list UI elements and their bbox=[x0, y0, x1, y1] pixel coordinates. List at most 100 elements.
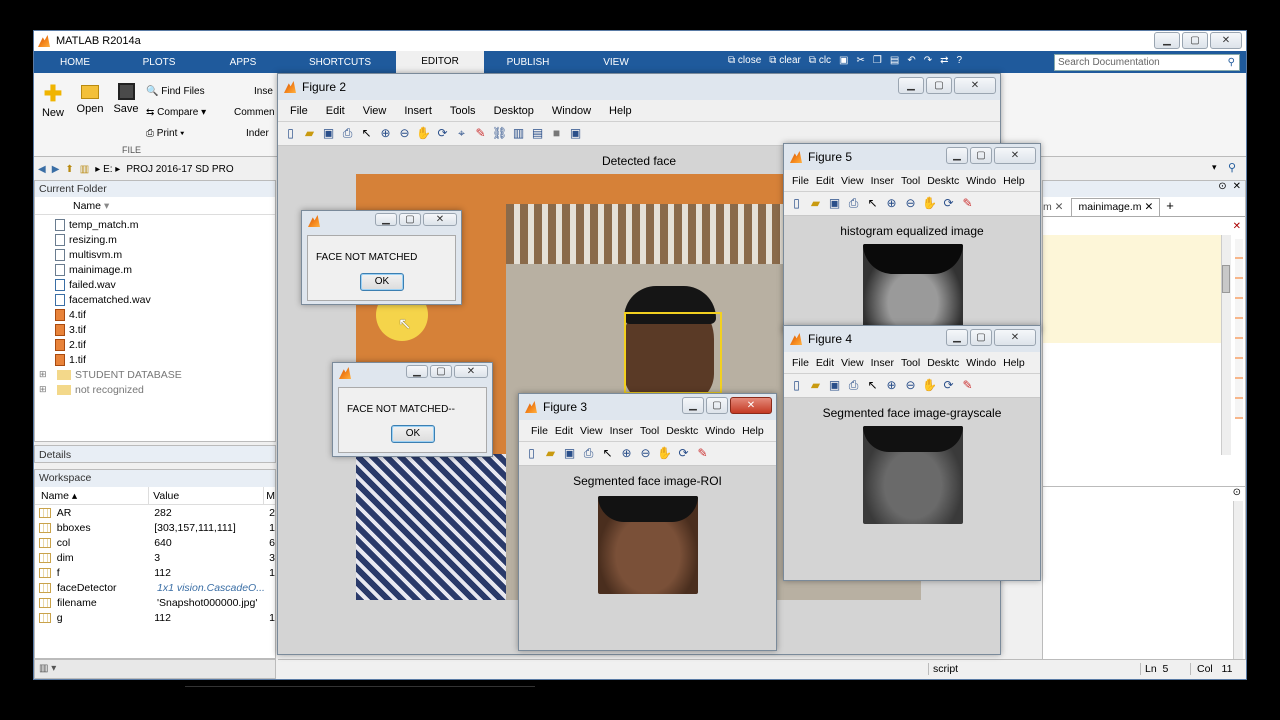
menu-view[interactable]: View bbox=[841, 175, 864, 187]
maximize-button[interactable]: ▢ bbox=[970, 147, 992, 164]
open-file-icon[interactable]: ▰ bbox=[808, 196, 823, 211]
redo-icon[interactable]: ↷ bbox=[924, 55, 932, 66]
panel-options-icon[interactable]: ⊙ bbox=[1218, 181, 1226, 197]
open-button[interactable]: Open bbox=[76, 81, 104, 115]
rotate-icon[interactable]: ⟳ bbox=[676, 446, 691, 461]
figure-3-window[interactable]: Figure 3 ▁ ▢ ✕ File Edit View Inser Tool D… bbox=[518, 393, 777, 651]
maximize-button[interactable]: ▢ bbox=[926, 77, 952, 94]
new-figure-icon[interactable]: ▯ bbox=[283, 126, 298, 141]
close-button[interactable]: ✕ bbox=[954, 77, 996, 94]
open-file-icon[interactable]: ▰ bbox=[543, 446, 558, 461]
new-figure-icon[interactable]: ▯ bbox=[524, 446, 539, 461]
menu-window[interactable]: Windo bbox=[966, 357, 996, 369]
new-tab-button[interactable]: + bbox=[1160, 198, 1180, 216]
tab-close-icon[interactable]: ✕ bbox=[1055, 201, 1064, 213]
menu-file[interactable]: File bbox=[792, 175, 809, 187]
close-button[interactable]: ✕ bbox=[1210, 32, 1242, 49]
menu-help[interactable]: Help bbox=[609, 105, 632, 117]
menu-tools[interactable]: Tool bbox=[901, 175, 920, 187]
hide-tools-icon[interactable]: ■ bbox=[549, 126, 564, 141]
menu-file[interactable]: File bbox=[531, 425, 548, 437]
print-figure-icon[interactable]: ⎙ bbox=[846, 196, 861, 211]
menu-file[interactable]: File bbox=[792, 357, 809, 369]
face-not-matched-dialog-2[interactable]: ▁ ▢ ✕ FACE NOT MATCHED-- OK bbox=[332, 362, 493, 457]
folder-row[interactable]: ⊞ not recognized bbox=[39, 382, 275, 397]
new-figure-icon[interactable]: ▯ bbox=[789, 378, 804, 393]
ws-value-column[interactable]: Value bbox=[148, 487, 263, 504]
menu-view[interactable]: View bbox=[580, 425, 603, 437]
save-figure-icon[interactable]: ▣ bbox=[562, 446, 577, 461]
menu-edit[interactable]: Edit bbox=[326, 105, 345, 117]
brush-icon[interactable]: ✎ bbox=[695, 446, 710, 461]
search-input[interactable]: Search Documentation bbox=[1058, 57, 1160, 68]
menu-insert[interactable]: Inser bbox=[610, 425, 633, 437]
close-button[interactable]: ✕ bbox=[423, 213, 457, 226]
close-button[interactable]: ✕ bbox=[730, 397, 772, 414]
open-file-icon[interactable]: ▰ bbox=[808, 378, 823, 393]
print-figure-icon[interactable]: ⎙ bbox=[340, 126, 355, 141]
menu-insert[interactable]: Insert bbox=[404, 105, 432, 117]
data-cursor-icon[interactable]: ⌖ bbox=[454, 126, 469, 141]
workspace-row[interactable]: bboxes [303,157,111,111] 1 bbox=[35, 520, 275, 535]
menu-desktop[interactable]: Desktop bbox=[494, 105, 534, 117]
file-row[interactable]: facematched.wav bbox=[55, 292, 275, 307]
clear-shortcut[interactable]: ⧉ clear bbox=[769, 55, 801, 66]
figure-4-titlebar[interactable]: Figure 4 ▁ ▢ ✕ bbox=[784, 326, 1040, 352]
switch-icon[interactable]: ⇄ bbox=[940, 55, 948, 66]
editor-tab-partial[interactable]: m ✕ bbox=[1043, 201, 1071, 216]
path-dropdown-icon[interactable]: ▾ bbox=[1212, 162, 1217, 173]
menu-window[interactable]: Windo bbox=[705, 425, 735, 437]
compare-button[interactable]: ⇆ Compare ▾ bbox=[146, 102, 206, 123]
zoom-out-icon[interactable]: ⊖ bbox=[638, 446, 653, 461]
save-figure-icon[interactable]: ▣ bbox=[827, 378, 842, 393]
up-folder-icon[interactable]: ⬆ bbox=[65, 164, 73, 175]
tab-shortcuts[interactable]: SHORTCUTS bbox=[284, 57, 396, 68]
menu-view[interactable]: View bbox=[363, 105, 387, 117]
zoom-in-icon[interactable]: ⊕ bbox=[884, 196, 899, 211]
file-row[interactable]: 3.tif bbox=[55, 322, 275, 337]
ws-name-column[interactable]: Name ▴ bbox=[35, 487, 148, 504]
pointer-icon[interactable]: ↖ bbox=[359, 126, 374, 141]
panel-options-icon[interactable]: ⊙ bbox=[1043, 487, 1245, 498]
zoom-in-icon[interactable]: ⊕ bbox=[884, 378, 899, 393]
file-row[interactable]: 1.tif bbox=[55, 352, 275, 367]
tab-plots[interactable]: PLOTS bbox=[116, 57, 202, 68]
minimize-button[interactable]: ▁ bbox=[406, 365, 428, 378]
print-figure-icon[interactable]: ⎙ bbox=[846, 378, 861, 393]
face-not-matched-dialog-1[interactable]: ▁ ▢ ✕ FACE NOT MATCHED OK bbox=[301, 210, 462, 305]
file-row[interactable]: temp_match.m bbox=[55, 217, 275, 232]
figure-4-window[interactable]: Figure 4 ▁ ▢ ✕ File Edit View Inser Tool D… bbox=[783, 325, 1041, 581]
expand-icon[interactable]: ⊞ bbox=[39, 384, 51, 395]
tab-apps[interactable]: APPS bbox=[202, 57, 284, 68]
figure-2-titlebar[interactable]: Figure 2 ▁ ▢ ✕ bbox=[278, 74, 1000, 100]
rotate-icon[interactable]: ⟳ bbox=[941, 378, 956, 393]
cut-icon[interactable]: ✂ bbox=[857, 55, 865, 66]
browse-folder-icon[interactable]: ▥ bbox=[80, 164, 89, 175]
workspace-row[interactable]: dim 3 3 bbox=[35, 550, 275, 565]
file-row[interactable]: 2.tif bbox=[55, 337, 275, 352]
pointer-icon[interactable]: ↖ bbox=[865, 378, 880, 393]
pan-icon[interactable]: ✋ bbox=[416, 126, 431, 141]
menu-desktop[interactable]: Desktc bbox=[666, 425, 698, 437]
new-button[interactable]: ✚ New bbox=[40, 81, 66, 119]
legend-icon[interactable]: ▤ bbox=[530, 126, 545, 141]
brush-icon[interactable]: ✎ bbox=[473, 126, 488, 141]
menu-insert[interactable]: Inser bbox=[871, 175, 894, 187]
menu-help[interactable]: Help bbox=[742, 425, 764, 437]
tab-editor[interactable]: EDITOR bbox=[396, 51, 484, 73]
workspace-row[interactable]: filename 'Snapshot000000.jpg' bbox=[35, 595, 275, 610]
maximize-button[interactable]: ▢ bbox=[706, 397, 728, 414]
figure-5-window[interactable]: Figure 5 ▁ ▢ ✕ File Edit View Inser Tool D… bbox=[783, 143, 1041, 333]
close-shortcut[interactable]: ⧉ close bbox=[728, 55, 761, 66]
pan-icon[interactable]: ✋ bbox=[922, 196, 937, 211]
menu-window[interactable]: Window bbox=[552, 105, 591, 117]
workspace-row[interactable]: g 112 1 bbox=[35, 610, 275, 625]
minimize-button[interactable]: ▁ bbox=[898, 77, 924, 94]
indent-button[interactable]: Inder bbox=[234, 123, 275, 144]
maximize-button[interactable]: ▢ bbox=[1182, 32, 1208, 49]
menu-tools[interactable]: Tools bbox=[450, 105, 476, 117]
brush-icon[interactable]: ✎ bbox=[960, 378, 975, 393]
pan-icon[interactable]: ✋ bbox=[657, 446, 672, 461]
zoom-in-icon[interactable]: ⊕ bbox=[619, 446, 634, 461]
maximize-button[interactable]: ▢ bbox=[399, 213, 421, 226]
